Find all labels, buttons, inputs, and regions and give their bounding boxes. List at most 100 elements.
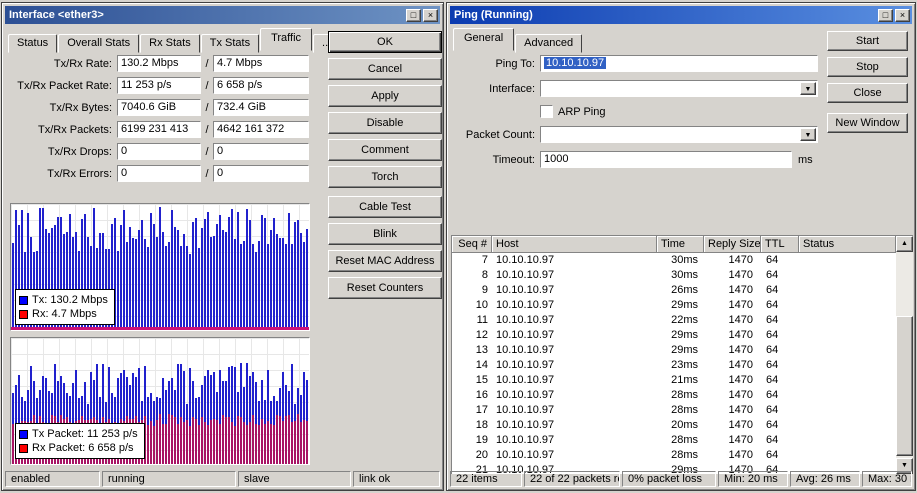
interface-dropdown[interactable]: ▼ xyxy=(540,80,818,97)
tab-overall-stats[interactable]: Overall Stats xyxy=(58,34,139,53)
table-row[interactable]: 1810.10.10.9720ms147064 xyxy=(452,418,896,433)
comment-button[interactable]: Comment xyxy=(328,139,442,161)
tab-status[interactable]: Status xyxy=(8,34,57,53)
disable-button[interactable]: Disable xyxy=(328,112,442,134)
stop-button[interactable]: Stop xyxy=(827,57,908,77)
tab-advanced[interactable]: Advanced xyxy=(515,34,582,53)
table-row[interactable]: 1610.10.10.9728ms147064 xyxy=(452,388,896,403)
graph-bar xyxy=(252,244,254,330)
cell-status xyxy=(799,343,896,358)
tx-drops-field[interactable]: 0 xyxy=(117,143,201,160)
close-icon[interactable]: × xyxy=(895,9,910,22)
cell-host: 10.10.10.97 xyxy=(492,313,657,328)
interface-titlebar[interactable]: Interface <ether3> □ × xyxy=(5,6,440,24)
table-row[interactable]: 710.10.10.9730ms147064 xyxy=(452,253,896,268)
column-header-host[interactable]: Host xyxy=(492,236,657,253)
table-row[interactable]: 1510.10.10.9721ms147064 xyxy=(452,373,896,388)
ping-to-input[interactable]: 10.10.10.97 xyxy=(540,55,818,72)
tx-errors-field[interactable]: 0 xyxy=(117,165,201,182)
cell-reply-size: 1470 xyxy=(704,283,761,298)
table-row[interactable]: 1410.10.10.9723ms147064 xyxy=(452,358,896,373)
table-row[interactable]: 910.10.10.9726ms147064 xyxy=(452,283,896,298)
table-row[interactable]: 1210.10.10.9729ms147064 xyxy=(452,328,896,343)
column-header-seq[interactable]: Seq # xyxy=(452,236,492,253)
chevron-down-icon[interactable]: ▼ xyxy=(800,128,816,141)
cancel-button[interactable]: Cancel xyxy=(328,58,442,80)
stat-label: Tx/Rx Bytes: xyxy=(8,102,112,114)
cell-ttl: 64 xyxy=(761,283,799,298)
packet-count-dropdown[interactable]: ▼ xyxy=(540,126,818,143)
cell-status xyxy=(799,328,896,343)
scrollbar-track[interactable] xyxy=(896,252,913,458)
column-header-reply-size[interactable]: Reply Size xyxy=(704,236,761,253)
graph-bar xyxy=(156,420,158,464)
tab-general[interactable]: General xyxy=(453,28,514,51)
close-icon[interactable]: × xyxy=(423,9,438,22)
cell-time: 29ms xyxy=(657,343,704,358)
tab-traffic[interactable]: Traffic xyxy=(260,28,312,51)
rx-packet-rate-field[interactable]: 6 658 p/s xyxy=(213,77,309,94)
arp-ping-checkbox[interactable] xyxy=(540,105,553,118)
ping-titlebar[interactable]: Ping (Running) □ × xyxy=(450,6,912,24)
rx-rate-field[interactable]: 4.7 Mbps xyxy=(213,55,309,72)
torch-button[interactable]: Torch xyxy=(328,166,442,188)
stat-separator: / xyxy=(201,58,213,70)
close-button[interactable]: Close xyxy=(827,83,908,103)
cell-host: 10.10.10.97 xyxy=(492,283,657,298)
maximize-icon[interactable]: □ xyxy=(878,9,893,22)
cell-seq: 15 xyxy=(452,373,492,388)
tab-rx-stats[interactable]: Rx Stats xyxy=(140,34,200,53)
table-row[interactable]: 1710.10.10.9728ms147064 xyxy=(452,403,896,418)
table-row[interactable]: 2010.10.10.9728ms147064 xyxy=(452,448,896,463)
reset-counters-button[interactable]: Reset Counters xyxy=(328,277,442,299)
new-window-button[interactable]: New Window xyxy=(827,113,908,133)
scrollbar-thumb[interactable] xyxy=(896,316,913,456)
ping-window-title: Ping (Running) xyxy=(454,9,876,21)
apply-button[interactable]: Apply xyxy=(328,85,442,107)
cell-status xyxy=(799,418,896,433)
tx-rate-field[interactable]: 130.2 Mbps xyxy=(117,55,201,72)
graph-bar xyxy=(210,420,212,464)
table-scrollbar[interactable]: ▲ ▼ xyxy=(896,236,913,474)
graph-bar xyxy=(282,238,284,330)
graph-bar xyxy=(228,217,230,330)
graph-bar xyxy=(150,213,152,330)
rx-drops-field[interactable]: 0 xyxy=(213,143,309,160)
graph-bar xyxy=(261,419,263,464)
column-header-time[interactable]: Time xyxy=(657,236,704,253)
column-header-status[interactable]: Status xyxy=(799,236,896,253)
cell-ttl: 64 xyxy=(761,298,799,313)
stat-label: Tx/Rx Packet Rate: xyxy=(8,80,112,92)
tab-tx-stats[interactable]: Tx Stats xyxy=(201,34,259,53)
maximize-icon[interactable]: □ xyxy=(406,9,421,22)
interface-buttons: OK Cancel Apply Disable Comment Torch Ca… xyxy=(328,31,442,304)
cable-test-button[interactable]: Cable Test xyxy=(328,196,442,218)
scroll-up-icon[interactable]: ▲ xyxy=(896,236,913,252)
ok-button[interactable]: OK xyxy=(328,31,442,53)
table-row[interactable]: 1110.10.10.9722ms147064 xyxy=(452,313,896,328)
tx-packet-rate-field[interactable]: 11 253 p/s xyxy=(117,77,201,94)
status-slave: slave xyxy=(238,471,351,487)
graph-bar xyxy=(306,421,308,464)
start-button[interactable]: Start xyxy=(827,31,908,51)
chevron-down-icon[interactable]: ▼ xyxy=(800,82,816,95)
rx-errors-field[interactable]: 0 xyxy=(213,165,309,182)
table-row[interactable]: 1310.10.10.9729ms147064 xyxy=(452,343,896,358)
table-row[interactable]: 810.10.10.9730ms147064 xyxy=(452,268,896,283)
graph-bar xyxy=(249,422,251,464)
column-header-ttl[interactable]: TTL xyxy=(761,236,799,253)
table-row[interactable]: 1910.10.10.9728ms147064 xyxy=(452,433,896,448)
timeout-input[interactable]: 1000 xyxy=(540,151,792,168)
status-packet-loss: 0% packet loss xyxy=(622,471,716,487)
cell-time: 26ms xyxy=(657,283,704,298)
tx-bytes-field[interactable]: 7040.6 GiB xyxy=(117,99,201,116)
cell-reply-size: 1470 xyxy=(704,298,761,313)
tx-packets-field[interactable]: 6199 231 413 xyxy=(117,121,201,138)
table-row[interactable]: 1010.10.10.9729ms147064 xyxy=(452,298,896,313)
blink-button[interactable]: Blink xyxy=(328,223,442,245)
rx-packets-field[interactable]: 4642 161 372 xyxy=(213,121,309,138)
reset-mac-address-button[interactable]: Reset MAC Address xyxy=(328,250,442,272)
rx-bytes-field[interactable]: 732.4 GiB xyxy=(213,99,309,116)
graph-bar xyxy=(240,244,242,330)
cell-seq: 20 xyxy=(452,448,492,463)
